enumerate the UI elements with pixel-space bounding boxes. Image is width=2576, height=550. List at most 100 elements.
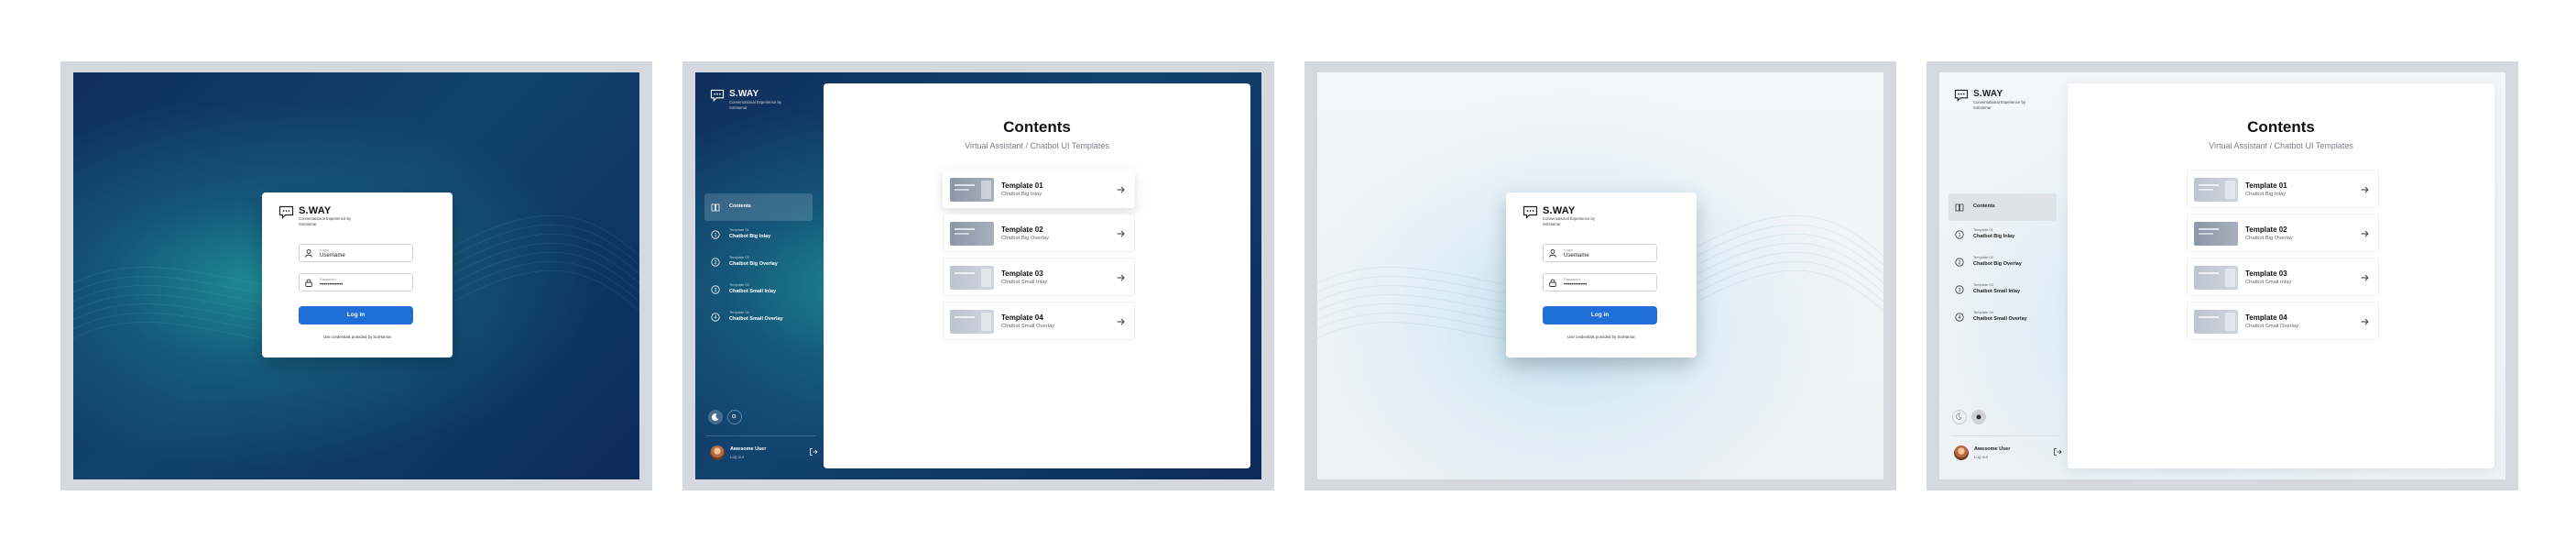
login-light-screen: S.WAY Conversational Experience by SotHa…	[1317, 72, 1883, 479]
number-1-icon: 1	[711, 230, 720, 239]
user-name: Awesome User	[1974, 446, 2011, 452]
template-thumbnail	[2194, 178, 2238, 202]
sidebar-nav: Contents 1 Template 01 Chatbot Big Inlay…	[704, 193, 813, 331]
svg-text:3: 3	[1958, 288, 1960, 293]
login-value: Username	[1564, 253, 1589, 258]
template-desc: Chatbot Small Inlay	[2245, 280, 2292, 285]
login-field[interactable]: Login Username	[299, 244, 413, 262]
arrow-right-icon	[2361, 186, 2369, 193]
template-desc: Chatbot Big Inlay	[2245, 192, 2287, 197]
template-name: Template 04	[1001, 314, 1043, 322]
arrow-right-icon	[2361, 230, 2369, 237]
password-field[interactable]: Password ••••••••••••	[1543, 273, 1657, 292]
sidebar-item-title: Chatbot Big Overlay	[729, 261, 778, 267]
template-card-02[interactable]: Template 02 Chatbot Big Overlay	[2187, 214, 2379, 252]
content-panel: Contents Virtual Assistant / Chatbot UI …	[824, 83, 1250, 468]
sidebar-item-template-01[interactable]: 1 Template 01 Chatbot Big Inlay	[704, 221, 813, 248]
template-card-01[interactable]: Template 01 Chatbot Big Inlay	[2187, 170, 2379, 208]
sidebar-item-template-03[interactable]: 3 Template 03 Chatbot Small Inlay	[1948, 276, 2057, 303]
sun-icon	[731, 413, 737, 419]
theme-toggle	[708, 410, 742, 424]
sidebar-nav: Contents 1 Template 01 Chatbot Big Inlay…	[1948, 193, 2057, 331]
contents-dark-screen: S.WAY Conversational Experience by SotHa…	[695, 72, 1261, 479]
sidebar-item-title: Chatbot Small Overlay	[729, 316, 783, 322]
template-card-03[interactable]: Template 03 Chatbot Small Inlay	[2187, 258, 2379, 296]
login-button[interactable]: Log in	[299, 306, 413, 324]
page-subtitle: Virtual Assistant / Chatbot UI Templates	[2209, 141, 2353, 150]
template-thumbnail	[950, 310, 994, 334]
svg-text:2: 2	[714, 260, 716, 266]
chat-bubble-logo-icon	[710, 89, 725, 102]
sidebar-item-template-02[interactable]: 2 Template 02 Chatbot Big Overlay	[1948, 248, 2057, 276]
sidebar-item-template-03[interactable]: 3 Template 03 Chatbot Small Inlay	[704, 276, 813, 303]
template-name: Template 03	[1001, 270, 1043, 278]
login-value: Username	[320, 253, 345, 258]
number-3-icon: 3	[1955, 285, 1964, 294]
password-label: Password	[1564, 277, 1580, 281]
template-card-04[interactable]: Template 04 Chatbot Small Overlay	[943, 302, 1135, 340]
arrow-right-icon	[2361, 318, 2369, 325]
sidebar-item-contents[interactable]: Contents	[704, 193, 813, 221]
arrow-right-icon	[2361, 274, 2369, 281]
sidebar-item-template-04[interactable]: 4 Template 04 Chatbot Small Overlay	[1948, 303, 2057, 331]
password-field[interactable]: Password ••••••••••••	[299, 273, 413, 292]
book-icon	[711, 204, 720, 212]
logout-link[interactable]: Log out	[730, 455, 744, 459]
password-label: Password	[320, 277, 336, 281]
dark-mode-button[interactable]	[708, 410, 723, 424]
template-desc: Chatbot Small Overlay	[2245, 324, 2298, 329]
lock-icon	[1549, 279, 1556, 287]
sidebar-item-sub: Template 04	[729, 310, 749, 314]
svg-text:1: 1	[1958, 233, 1960, 238]
login-field[interactable]: Login Username	[1543, 244, 1657, 262]
light-mode-button[interactable]	[1971, 410, 1986, 424]
sidebar-item-title: Chatbot Small Inlay	[729, 289, 777, 294]
template-name: Template 04	[2245, 314, 2287, 322]
sidebar-item-sub: Template 02	[729, 255, 749, 259]
svg-text:4: 4	[714, 315, 716, 321]
svg-text:3: 3	[714, 288, 716, 293]
logout-icon[interactable]	[809, 447, 818, 456]
logout-icon[interactable]	[2053, 447, 2062, 456]
sidebar-item-sub: Template 01	[729, 227, 749, 232]
template-name: Template 01	[1001, 182, 1043, 190]
number-2-icon: 2	[711, 258, 720, 267]
template-card-03[interactable]: Template 03 Chatbot Small Inlay	[943, 258, 1135, 296]
svg-text:2: 2	[1958, 260, 1960, 266]
light-mode-button[interactable]	[727, 410, 742, 424]
number-3-icon: 3	[711, 285, 720, 294]
brand-name: S.WAY	[1973, 89, 2003, 99]
arrow-right-icon	[1117, 230, 1125, 237]
arrow-right-icon	[1117, 318, 1125, 325]
sidebar-item-title: Chatbot Small Inlay	[1973, 289, 2021, 294]
credentials-note: Use credentials provided by SotHarnar	[1567, 335, 1635, 339]
template-desc: Chatbot Big Overlay	[1001, 236, 1049, 241]
template-card-04[interactable]: Template 04 Chatbot Small Overlay	[2187, 302, 2379, 340]
login-dark-frame: S.WAY Conversational Experience by SotHa…	[60, 61, 652, 490]
chat-bubble-logo-icon	[1954, 89, 1969, 102]
logout-link[interactable]: Log out	[1974, 455, 1988, 459]
dark-mode-button[interactable]	[1952, 410, 1967, 424]
template-desc: Chatbot Small Inlay	[1001, 280, 1048, 285]
login-dark-screen: S.WAY Conversational Experience by SotHa…	[73, 72, 639, 479]
login-label: Login	[320, 248, 329, 252]
template-thumbnail	[950, 222, 994, 246]
user-profile: Awesome User Log out	[1954, 443, 2062, 463]
chat-bubble-logo-icon	[278, 205, 294, 219]
template-card-02[interactable]: Template 02 Chatbot Big Overlay	[943, 214, 1135, 252]
content-panel: Contents Virtual Assistant / Chatbot UI …	[2068, 83, 2494, 468]
sidebar-item-template-02[interactable]: 2 Template 02 Chatbot Big Overlay	[704, 248, 813, 276]
sidebar-item-contents[interactable]: Contents	[1948, 193, 2057, 221]
brand-logo: S.WAY Conversational Experience by SotHa…	[1523, 205, 1598, 226]
sidebar-item-template-04[interactable]: 4 Template 04 Chatbot Small Overlay	[704, 303, 813, 331]
svg-text:1: 1	[714, 233, 716, 238]
number-1-icon: 1	[1955, 230, 1964, 239]
template-card-01[interactable]: Template 01 Chatbot Big Inlay	[943, 170, 1135, 208]
sidebar-item-template-01[interactable]: 1 Template 01 Chatbot Big Inlay	[1948, 221, 2057, 248]
contents-light-frame: S.WAY Conversational Experience by SotHa…	[1927, 61, 2518, 490]
sidebar-item-title: Chatbot Small Overlay	[1973, 316, 2027, 322]
contents-dark-frame: S.WAY Conversational Experience by SotHa…	[682, 61, 1274, 490]
moon-icon	[711, 413, 719, 422]
template-desc: Chatbot Big Overlay	[2245, 236, 2293, 241]
login-button[interactable]: Log in	[1543, 306, 1657, 324]
